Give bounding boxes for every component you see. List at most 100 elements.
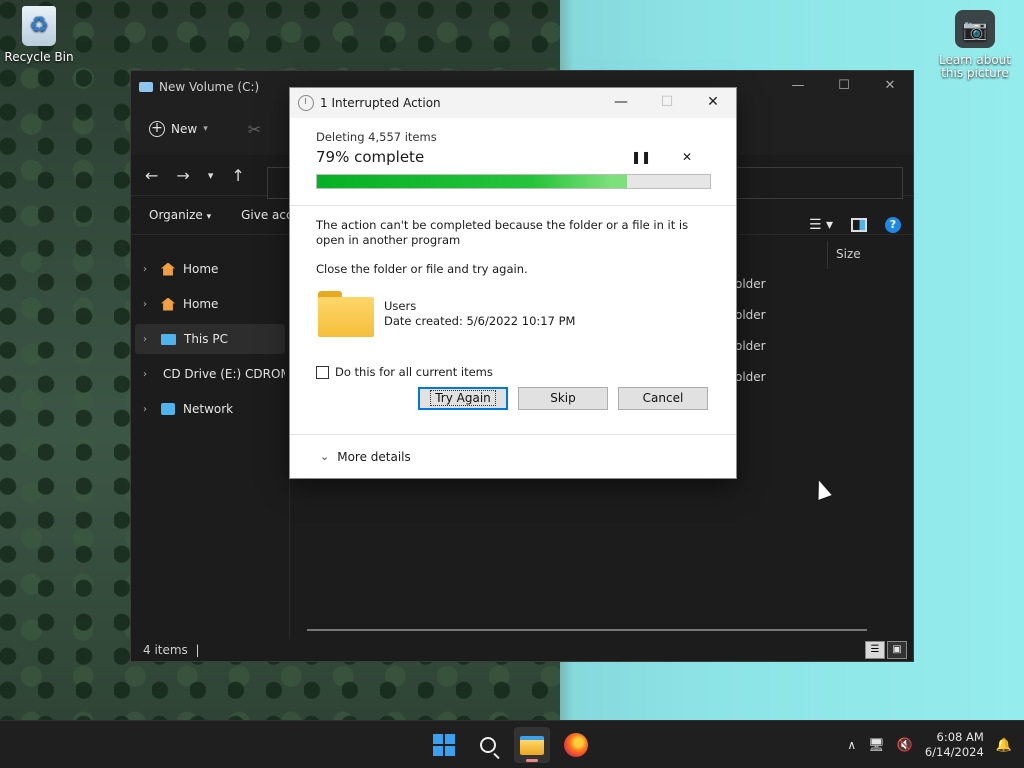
dialog-divider (290, 205, 736, 206)
dialog-message-area: The action can't be completed because th… (290, 218, 736, 410)
more-details-label: More details (337, 449, 411, 464)
chevron-down-icon: ▾ (203, 124, 208, 134)
item-name: Users (384, 299, 417, 313)
firefox-icon (564, 733, 588, 757)
windows-logo-icon (433, 734, 455, 756)
plus-icon: + (149, 121, 165, 137)
learn-about-picture-label: Learn about this picture (939, 53, 1011, 80)
chevron-right-icon[interactable]: › (143, 334, 153, 345)
learn-about-picture-desktop-icon[interactable]: 📷 Learn about this picture (936, 10, 1014, 80)
item-date-created: Date created: 5/6/2022 10:17 PM (384, 314, 576, 328)
navigation-pane: › Home › Home › This PC › CD Drive (E:) … (131, 249, 289, 429)
dialog-buttons: Try Again Skip Cancel (316, 387, 710, 410)
recycle-bin-icon: ♻ (22, 6, 56, 46)
recent-locations-chevron-icon[interactable]: ▾ (208, 169, 214, 182)
sidebar-item-cd-drive[interactable]: › CD Drive (E:) CDROM (135, 359, 285, 389)
apply-to-all-row: Do this for all current items (316, 365, 710, 379)
start-button[interactable] (426, 727, 462, 763)
apply-to-all-label[interactable]: Do this for all current items (335, 365, 493, 379)
view-list-icon[interactable]: ☰ ▾ (809, 217, 833, 233)
stop-button[interactable]: ✕ (664, 150, 710, 164)
sidebar-item-label: Home (183, 297, 219, 311)
explorer-close-button[interactable]: ✕ (867, 71, 913, 101)
network-icon (161, 403, 175, 415)
dialog-minimize-button[interactable]: — (598, 88, 644, 116)
sidebar-item-home-1[interactable]: › Home (135, 254, 285, 284)
list-item[interactable]: older (735, 370, 766, 401)
apply-to-all-checkbox[interactable] (316, 365, 329, 379)
sidebar-item-network[interactable]: › Network (135, 394, 285, 424)
layout-toggle: ☰ ▣ (865, 641, 907, 659)
dialog-title: 1 Interrupted Action (320, 96, 441, 110)
tiles-view-button[interactable]: ▣ (887, 641, 907, 659)
up-arrow-icon[interactable]: ↑ (231, 166, 244, 185)
help-icon[interactable]: ? (885, 217, 901, 233)
status-text: 4 items (143, 643, 188, 657)
camera-icon: 📷 (955, 10, 995, 48)
interrupted-action-dialog: 1 Interrupted Action — ☐ ✕ Deleting 4,55… (289, 87, 737, 479)
chevron-right-icon[interactable]: › (143, 264, 153, 275)
taskbar-clock[interactable]: 6:08 AM 6/14/2024 (925, 730, 984, 760)
taskbar-firefox-button[interactable] (558, 727, 594, 763)
pause-button[interactable]: ❚❚ (618, 150, 664, 164)
try-again-label: Try Again (430, 390, 496, 406)
notification-bell-icon[interactable]: 🔔 (996, 738, 1012, 753)
try-again-button[interactable]: Try Again (418, 387, 508, 410)
folder-icon (316, 291, 374, 337)
new-label: New (171, 122, 198, 136)
progress-bar-fill (317, 175, 628, 188)
pc-icon (161, 333, 176, 345)
horizontal-scrollbar[interactable] (307, 629, 867, 631)
file-explorer-icon (520, 735, 544, 755)
show-hidden-icons-chevron-icon[interactable]: ∧ (847, 738, 856, 752)
network-status-icon[interactable]: 🖥 (868, 738, 885, 753)
dialog-maximize-button: ☐ (660, 94, 674, 110)
forward-arrow-icon[interactable]: → (176, 166, 189, 185)
column-header-size[interactable]: Size (827, 241, 907, 269)
list-item[interactable]: older (735, 277, 766, 308)
progress-header: 79% complete ❚❚ ✕ (316, 148, 710, 166)
progress-bar (316, 174, 711, 189)
preview-pane-icon[interactable] (851, 218, 867, 232)
system-tray: ∧ 🖥 🔇 6:08 AM 6/14/2024 🔔 (847, 721, 1024, 768)
clock-icon (298, 95, 314, 111)
skip-button[interactable]: Skip (518, 387, 608, 410)
list-item[interactable]: older (735, 339, 766, 370)
file-list: older older older older (735, 277, 766, 401)
back-arrow-icon[interactable]: ← (145, 166, 158, 185)
chevron-right-icon[interactable]: › (143, 404, 153, 415)
volume-muted-icon[interactable]: 🔇 (897, 738, 913, 753)
item-meta: Users Date created: 5/6/2022 10:17 PM (384, 299, 575, 329)
more-details-toggle[interactable]: ⌄ More details (290, 434, 736, 478)
new-button[interactable]: + New ▾ (149, 121, 208, 137)
recycle-bin-label: Recycle Bin (4, 50, 74, 64)
drive-icon (139, 82, 153, 92)
explorer-window-controls: — ☐ ✕ (775, 71, 913, 101)
sidebar-item-label: Network (183, 402, 234, 416)
dialog-close-button[interactable]: ✕ (690, 88, 736, 116)
home-icon (161, 297, 175, 311)
deleting-status: Deleting 4,557 items (316, 130, 437, 144)
status-item-count: 4 items | (143, 643, 200, 657)
taskbar-apps (426, 727, 594, 763)
explorer-maximize-button[interactable]: ☐ (821, 71, 867, 101)
chevron-right-icon[interactable]: › (143, 299, 153, 310)
sidebar-item-label: CD Drive (E:) CDROM (163, 367, 285, 381)
sidebar-item-this-pc[interactable]: › This PC (135, 324, 285, 354)
cut-icon[interactable]: ✂ (248, 120, 261, 139)
chevron-right-icon[interactable]: › (143, 369, 147, 380)
clock-time: 6:08 AM (936, 730, 984, 744)
sidebar-item-label: Home (183, 262, 219, 276)
recycle-bin-desktop-icon[interactable]: ♻ Recycle Bin (4, 6, 74, 64)
dialog-body: Deleting 4,557 items 79% complete ❚❚ ✕ (290, 118, 736, 189)
explorer-minimize-button[interactable]: — (775, 71, 821, 101)
explorer-title: New Volume (C:) (159, 80, 260, 94)
taskbar-search-button[interactable] (470, 727, 506, 763)
organize-menu[interactable]: Organize ▾ (149, 208, 211, 222)
cancel-button[interactable]: Cancel (618, 387, 708, 410)
chevron-down-icon: ▾ (206, 212, 212, 222)
list-item[interactable]: older (735, 308, 766, 339)
details-view-button[interactable]: ☰ (865, 641, 885, 659)
sidebar-item-home-2[interactable]: › Home (135, 289, 285, 319)
taskbar-file-explorer-button[interactable] (514, 727, 550, 763)
